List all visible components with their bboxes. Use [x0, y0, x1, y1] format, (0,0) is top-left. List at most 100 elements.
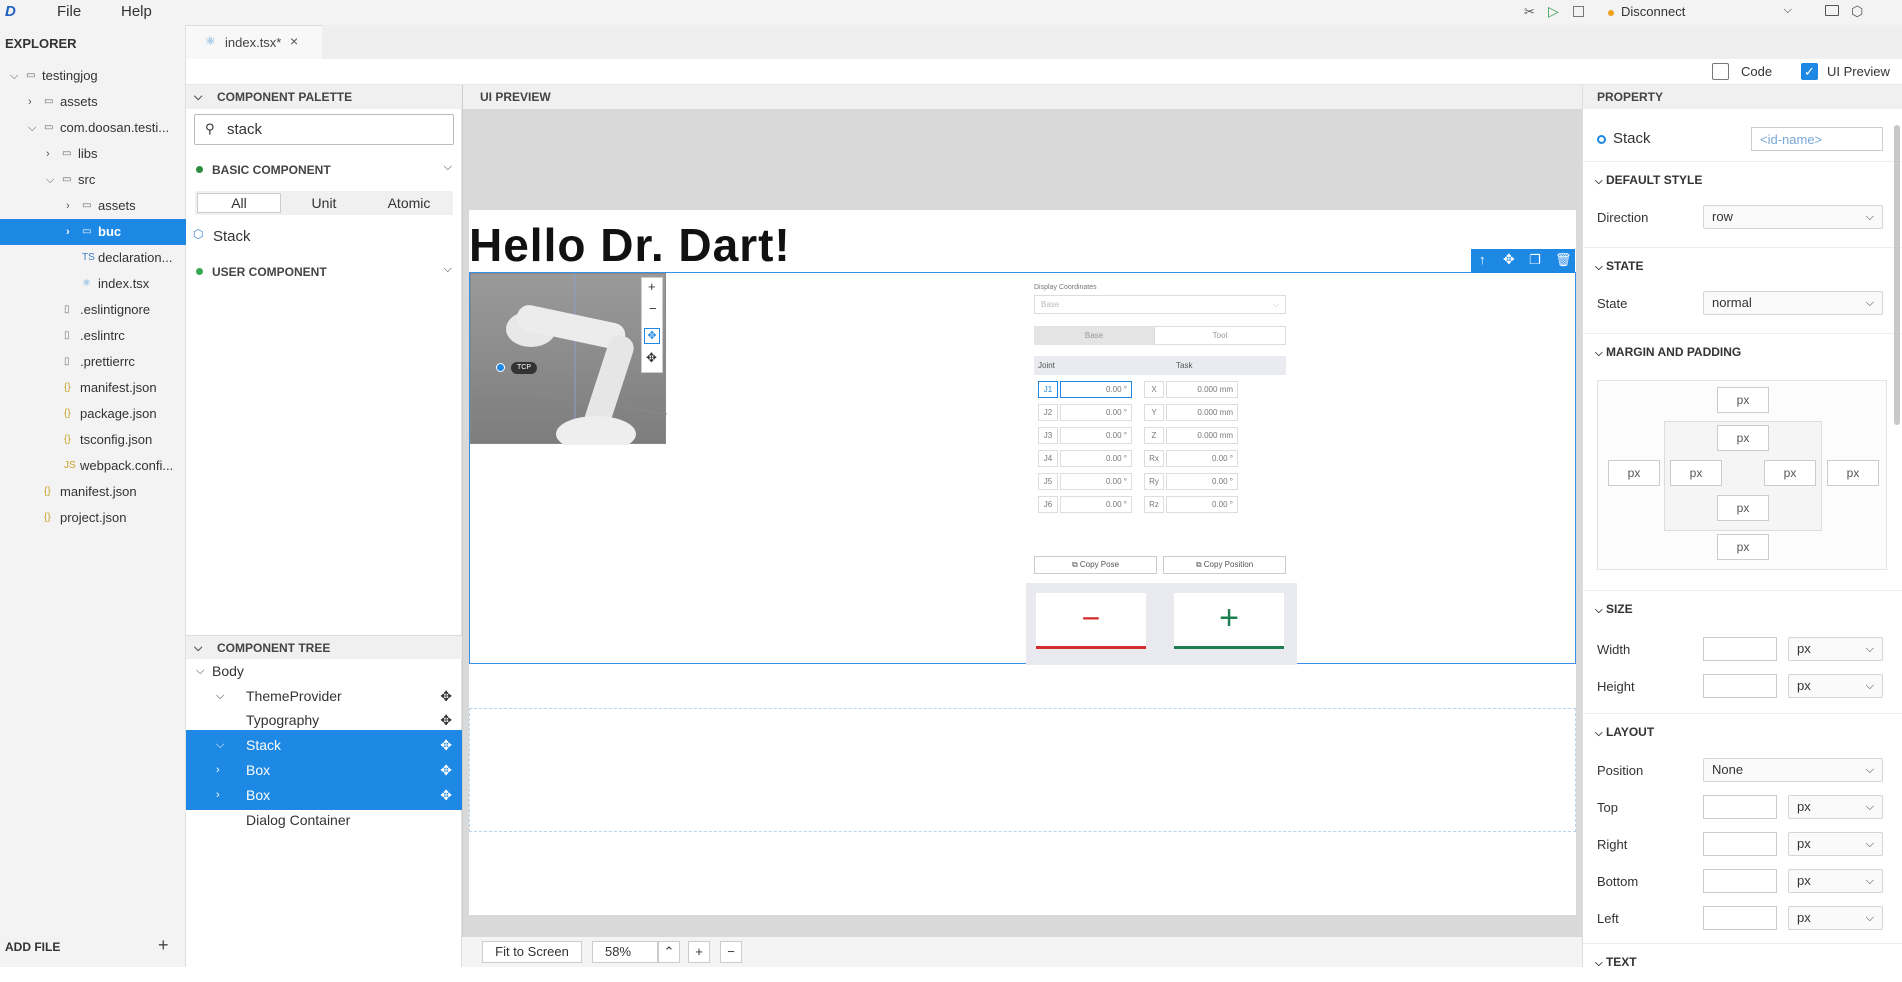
- state-section[interactable]: ⌵ STATE: [1583, 247, 1902, 283]
- width-input[interactable]: [1703, 637, 1777, 661]
- copy-pose-button[interactable]: ⧉ Copy Pose: [1034, 556, 1157, 574]
- default-style-section[interactable]: ⌵ DEFAULT STYLE: [1583, 161, 1902, 197]
- right-input[interactable]: [1703, 832, 1777, 856]
- arrow-up-icon[interactable]: ↑: [1479, 252, 1486, 267]
- margin-left-input[interactable]: px: [1608, 460, 1660, 486]
- tree-file[interactable]: ▯ .eslintignore: [0, 297, 186, 323]
- task-button[interactable]: X: [1144, 381, 1164, 398]
- size-section[interactable]: ⌵ SIZE: [1583, 590, 1902, 626]
- tree-file[interactable]: JS webpack.confi...: [0, 453, 186, 479]
- joint-button[interactable]: J6: [1038, 496, 1058, 513]
- tree-file[interactable]: TS declaration...: [0, 245, 186, 271]
- selected-stack[interactable]: ↑ ✥ ❐ 🗑 TCP + − ✥ ✥ Display Coordinates …: [469, 249, 1576, 665]
- delete-icon[interactable]: 🗑: [1555, 252, 1572, 268]
- padding-right-input[interactable]: px: [1764, 460, 1816, 486]
- height-input[interactable]: [1703, 674, 1777, 698]
- padding-top-input[interactable]: px: [1717, 425, 1769, 451]
- copy-icon[interactable]: ❐: [1529, 252, 1541, 268]
- copy-position-button[interactable]: ⧉ Copy Position: [1163, 556, 1286, 574]
- top-unit-select[interactable]: px ⌵: [1788, 795, 1883, 819]
- zoom-level-input[interactable]: 58%: [592, 941, 658, 963]
- tree-file[interactable]: ▯ .prettierrc: [0, 349, 186, 375]
- zoom-minus-icon[interactable]: −: [720, 941, 742, 963]
- height-unit-select[interactable]: px ⌵: [1788, 674, 1883, 698]
- id-name-input[interactable]: <id-name>: [1751, 127, 1883, 151]
- zoom-plus-icon[interactable]: +: [688, 941, 710, 963]
- close-icon[interactable]: ×: [290, 33, 298, 49]
- connection-select[interactable]: Disconnect ⌵: [1600, 2, 1800, 23]
- position-select[interactable]: None ⌵: [1703, 758, 1883, 782]
- coords-select[interactable]: Base ⌵: [1034, 295, 1286, 314]
- task-button[interactable]: Rx: [1144, 450, 1164, 467]
- joint-value-field[interactable]: 0.00 °: [1060, 381, 1132, 398]
- user-component-header[interactable]: USER COMPONENT ⌵: [186, 259, 462, 285]
- tree-file[interactable]: {} manifest.json: [0, 375, 186, 401]
- tree-folder[interactable]: ⌵ ▭ src: [0, 167, 186, 193]
- task-value-field[interactable]: 0.000 mm: [1166, 427, 1238, 444]
- rotate-icon[interactable]: ✥: [644, 328, 660, 344]
- task-button[interactable]: Rz: [1144, 496, 1164, 513]
- chevron-down-icon[interactable]: ⌵: [46, 167, 58, 193]
- joint-value-field[interactable]: 0.00 °: [1060, 427, 1132, 444]
- width-unit-select[interactable]: px ⌵: [1788, 637, 1883, 661]
- bottom-unit-select[interactable]: px ⌵: [1788, 869, 1883, 893]
- tree-file[interactable]: ▯ .eslintrc: [0, 323, 186, 349]
- text-section[interactable]: ⌵ TEXT: [1583, 943, 1902, 979]
- joint-button[interactable]: J4: [1038, 450, 1058, 467]
- jog-plus-button[interactable]: +: [1174, 593, 1284, 649]
- tree-file[interactable]: {} package.json: [0, 401, 186, 427]
- tree-folder[interactable]: ⌵ ▭ com.doosan.testi...: [0, 115, 186, 141]
- package-icon[interactable]: ⬡: [1851, 3, 1863, 20]
- fit-to-screen-button[interactable]: Fit to Screen: [482, 941, 582, 963]
- menu-file[interactable]: File: [57, 0, 81, 25]
- bottom-input[interactable]: [1703, 869, 1777, 893]
- zoom-up-icon[interactable]: ⌃: [658, 941, 680, 963]
- task-value-field[interactable]: 0.00 °: [1166, 450, 1238, 467]
- margin-right-input[interactable]: px: [1827, 460, 1879, 486]
- chevron-down-icon[interactable]: ⌵: [10, 63, 22, 89]
- chevron-right-icon[interactable]: ›: [46, 141, 58, 167]
- robot-3d-viewport[interactable]: TCP + − ✥ ✥: [470, 273, 667, 445]
- menu-help[interactable]: Help: [121, 0, 152, 25]
- move-icon[interactable]: ✥: [1503, 251, 1515, 268]
- filter-all[interactable]: All: [197, 193, 281, 213]
- pan-icon[interactable]: ✥: [646, 350, 657, 366]
- joint-button[interactable]: J3: [1038, 427, 1058, 444]
- property-scrollbar[interactable]: [1894, 125, 1900, 425]
- component-tree-node[interactable]: Dialog Container: [186, 805, 462, 835]
- tool-button[interactable]: Tool: [1154, 326, 1286, 345]
- chevron-right-icon[interactable]: ›: [28, 89, 40, 115]
- left-unit-select[interactable]: px ⌵: [1788, 906, 1883, 930]
- joint-value-field[interactable]: 0.00 °: [1060, 404, 1132, 421]
- padding-bottom-input[interactable]: px: [1717, 495, 1769, 521]
- joint-button[interactable]: J5: [1038, 473, 1058, 490]
- task-value-field[interactable]: 0.000 mm: [1166, 404, 1238, 421]
- filter-atomic[interactable]: Atomic: [367, 193, 451, 213]
- add-file-icon[interactable]: +: [158, 935, 169, 956]
- left-input[interactable]: [1703, 906, 1777, 930]
- right-unit-select[interactable]: px ⌵: [1788, 832, 1883, 856]
- filter-unit[interactable]: Unit: [282, 193, 366, 213]
- tree-folder[interactable]: › ▭ libs: [0, 141, 186, 167]
- margin-top-input[interactable]: px: [1717, 387, 1769, 413]
- tree-folder[interactable]: › ▭ assets: [0, 89, 186, 115]
- task-value-field[interactable]: 0.000 mm: [1166, 381, 1238, 398]
- tree-folder[interactable]: › ▭ buc: [0, 219, 186, 245]
- task-value-field[interactable]: 0.00 °: [1166, 496, 1238, 513]
- tree-folder[interactable]: ⌵ ▭ testingjog: [0, 63, 186, 89]
- chevron-right-icon[interactable]: ›: [66, 193, 78, 219]
- chevron-right-icon[interactable]: ›: [66, 219, 78, 245]
- joint-button[interactable]: J2: [1038, 404, 1058, 421]
- palette-search-input[interactable]: ⚲ stack: [194, 114, 454, 145]
- top-input[interactable]: [1703, 795, 1777, 819]
- tree-file[interactable]: {} tsconfig.json: [0, 427, 186, 453]
- padding-left-input[interactable]: px: [1670, 460, 1722, 486]
- palette-item-stack[interactable]: ⬡ Stack: [186, 223, 462, 249]
- zoom-out-icon[interactable]: −: [649, 301, 657, 316]
- joint-button[interactable]: J1: [1038, 381, 1058, 398]
- zoom-in-icon[interactable]: +: [648, 279, 656, 294]
- joint-value-field[interactable]: 0.00 °: [1060, 450, 1132, 467]
- direction-select[interactable]: row ⌵: [1703, 205, 1883, 229]
- device-icon[interactable]: [1825, 5, 1839, 16]
- task-button[interactable]: Z: [1144, 427, 1164, 444]
